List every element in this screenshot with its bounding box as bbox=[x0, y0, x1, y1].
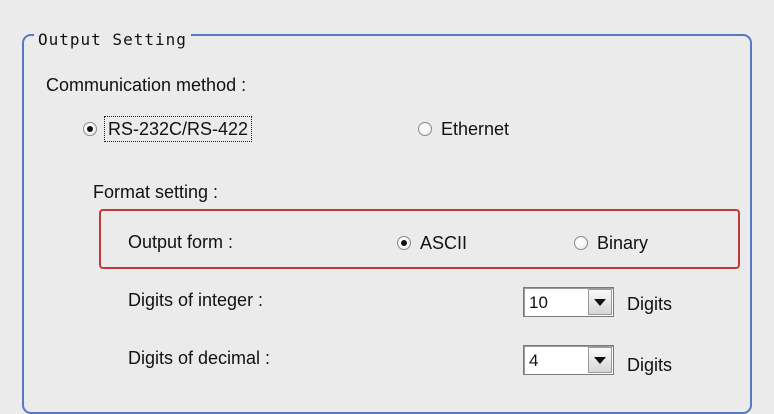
digits-of-decimal-value: 4 bbox=[529, 351, 539, 370]
radio-button-icon[interactable] bbox=[397, 236, 411, 250]
digits-of-integer-label: Digits of integer : bbox=[128, 290, 264, 310]
digits-of-integer-unit: Digits bbox=[627, 294, 673, 314]
digits-of-decimal-select[interactable]: 4 bbox=[523, 345, 614, 375]
format-setting-label: Format setting : bbox=[93, 182, 219, 202]
radio-ascii-label[interactable]: ASCII bbox=[420, 232, 467, 254]
communication-method-label: Communication method : bbox=[46, 75, 247, 95]
dropdown-button[interactable] bbox=[588, 289, 612, 315]
radio-ascii[interactable]: ASCII bbox=[397, 232, 467, 254]
chevron-down-icon bbox=[594, 356, 606, 364]
radio-button-icon[interactable] bbox=[418, 122, 432, 136]
radio-button-icon[interactable] bbox=[574, 236, 588, 250]
radio-rs232c[interactable]: RS-232C/RS-422 bbox=[83, 116, 253, 142]
digits-of-decimal-label: Digits of decimal : bbox=[128, 348, 271, 368]
output-setting-title: Output Setting bbox=[34, 31, 191, 49]
radio-binary-label[interactable]: Binary bbox=[597, 232, 648, 254]
radio-ethernet[interactable]: Ethernet bbox=[418, 118, 509, 140]
output-form-label: Output form : bbox=[128, 232, 234, 252]
radio-binary[interactable]: Binary bbox=[574, 232, 648, 254]
dropdown-button[interactable] bbox=[588, 347, 612, 373]
radio-button-icon[interactable] bbox=[83, 122, 97, 136]
radio-ethernet-label[interactable]: Ethernet bbox=[441, 118, 509, 140]
digits-of-integer-select[interactable]: 10 bbox=[523, 287, 614, 317]
digits-of-integer-value: 10 bbox=[529, 293, 548, 312]
chevron-down-icon bbox=[594, 298, 606, 306]
radio-rs232c-label[interactable]: RS-232C/RS-422 bbox=[103, 116, 253, 142]
digits-of-decimal-unit: Digits bbox=[627, 355, 673, 375]
